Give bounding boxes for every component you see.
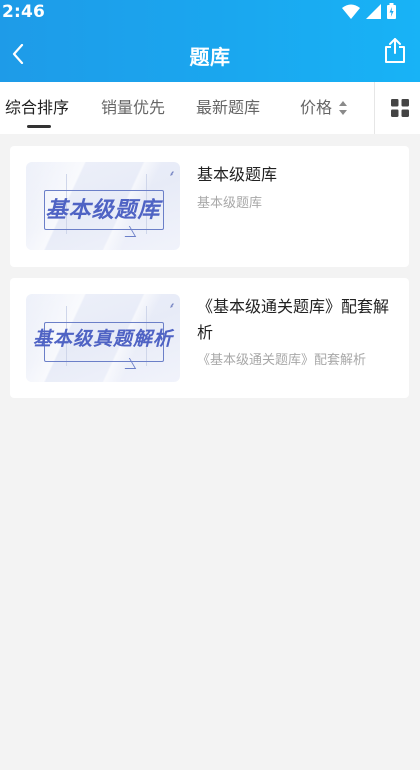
card-title: 基本级题库 xyxy=(197,165,278,184)
signal-icon xyxy=(366,3,381,19)
sort-divider xyxy=(374,82,375,134)
sort-tab-sales[interactable]: 销量优先 xyxy=(101,97,165,119)
cover-text: 基本级真题解析 xyxy=(32,328,173,350)
card-title: 《基本级通关题库》配套解析 xyxy=(197,297,390,342)
page-title: 题库 xyxy=(189,45,231,69)
battery-icon xyxy=(387,3,396,19)
grid-view-button[interactable] xyxy=(391,99,409,117)
sort-bar: 综合排序 销量优先 最新题库 价格 xyxy=(0,82,420,134)
cover-image: ⸙ 基本级题库 xyxy=(26,162,180,250)
question-bank-card[interactable]: ⸙ 基本级真题解析 《基本级通关题库》配套解析 《基本级通关题库》配套解析 xyxy=(10,278,409,398)
share-icon xyxy=(385,38,405,63)
share-button[interactable] xyxy=(384,38,408,66)
card-subtitle: 基本级题库 xyxy=(197,196,263,211)
sort-tab-price[interactable]: 价格 xyxy=(300,97,332,119)
wifi-icon xyxy=(342,4,360,19)
top-bar: 2:46 题库 xyxy=(0,0,420,82)
sort-tab-default[interactable]: 综合排序 xyxy=(5,97,69,119)
active-tab-indicator xyxy=(27,125,51,128)
cover-text: 基本级题库 xyxy=(45,198,161,223)
status-icons xyxy=(342,3,396,19)
question-bank-card[interactable]: ⸙ 基本级题库 基本级题库 基本级题库 xyxy=(10,146,409,267)
sort-tab-newest[interactable]: 最新题库 xyxy=(196,97,260,119)
grid-view-icon xyxy=(391,99,409,117)
status-time: 2:46 xyxy=(2,2,46,22)
sort-arrows-icon xyxy=(339,101,347,115)
card-subtitle: 《基本级通关题库》配套解析 xyxy=(197,353,367,368)
cover-image: ⸙ 基本级真题解析 xyxy=(26,294,180,382)
